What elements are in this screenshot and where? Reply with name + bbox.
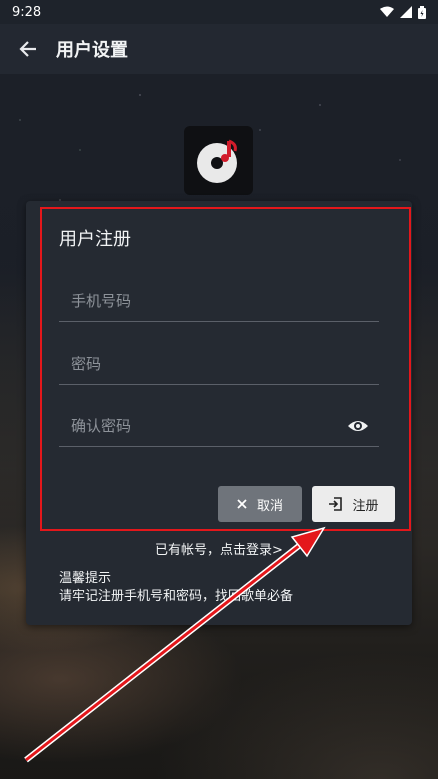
eye-icon[interactable] — [347, 416, 369, 436]
status-icons — [380, 5, 426, 19]
tip-text: 请牢记注册手机号和密码，找回歌单必备 — [59, 589, 294, 604]
password-input[interactable] — [59, 344, 379, 384]
login-link[interactable]: 已有帐号，点击登录> — [0, 539, 438, 558]
wifi-icon — [380, 6, 394, 17]
app-logo — [184, 126, 253, 195]
tip-title: 温馨提示 — [59, 571, 112, 586]
back-arrow-icon — [19, 41, 36, 57]
status-time: 9:28 — [12, 4, 42, 20]
music-disc-icon — [196, 139, 237, 183]
phone-field[interactable] — [59, 281, 379, 322]
register-button[interactable]: 注册 — [312, 486, 395, 522]
dialog-title: 用户注册 — [59, 229, 131, 250]
password-field[interactable] — [59, 344, 379, 385]
confirm-password-input[interactable] — [59, 406, 379, 446]
cancel-label: 取消 — [256, 498, 283, 514]
page-title: 用户设置 — [56, 40, 128, 61]
back-button[interactable] — [16, 37, 40, 61]
app-bar: 用户设置 — [0, 24, 438, 74]
login-icon — [329, 497, 343, 511]
register-label: 注册 — [352, 498, 379, 514]
phone-input[interactable] — [59, 281, 379, 321]
status-bar: 9:28 — [0, 0, 438, 24]
cancel-button[interactable]: 取消 — [218, 486, 302, 522]
confirm-password-field[interactable] — [59, 406, 379, 447]
signal-icon — [400, 6, 412, 18]
close-icon — [237, 499, 247, 509]
battery-icon — [418, 5, 426, 19]
